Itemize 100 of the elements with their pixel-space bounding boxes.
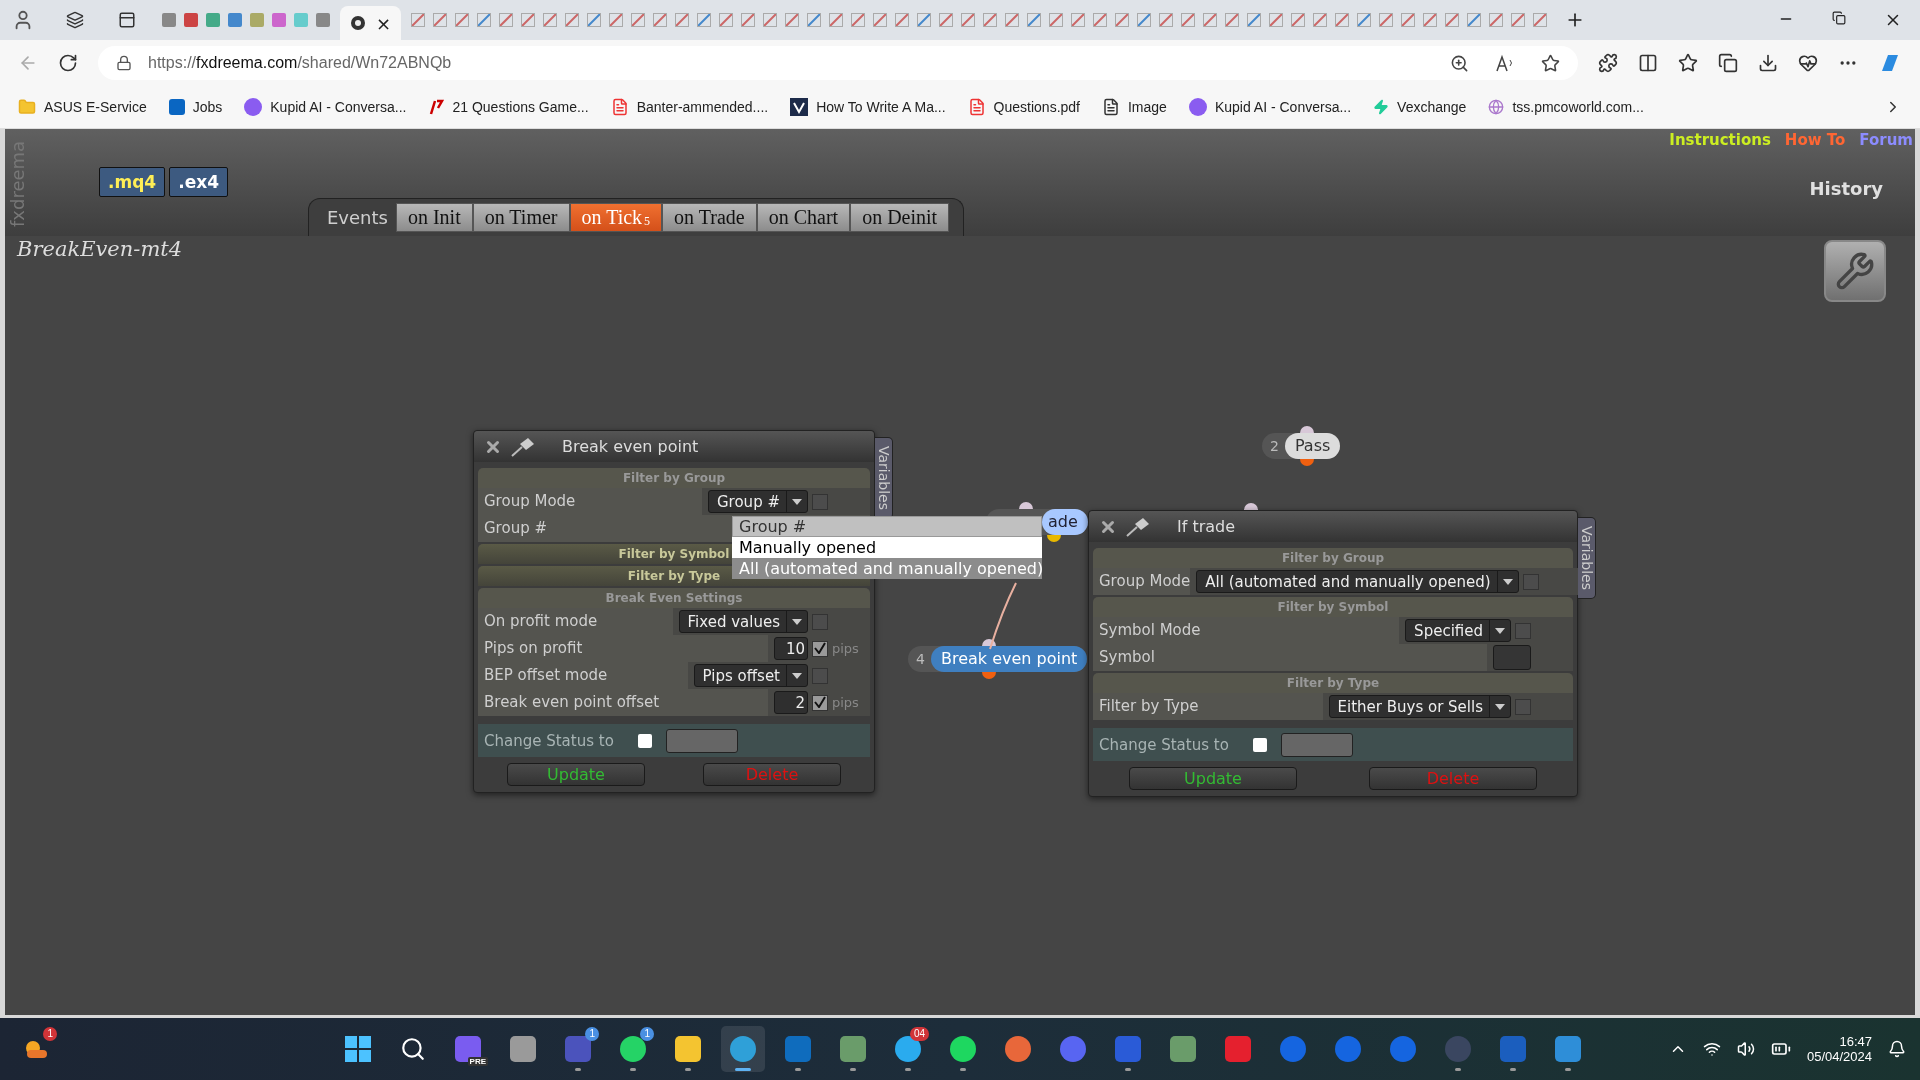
browser-tab[interactable] xyxy=(717,11,736,29)
tab-close-button[interactable]: × xyxy=(376,12,392,34)
browser-tab[interactable] xyxy=(1245,11,1264,29)
checkbox[interactable] xyxy=(1253,737,1267,752)
browser-tab[interactable] xyxy=(1157,11,1176,29)
browser-tab[interactable] xyxy=(563,11,582,29)
favorites-icon[interactable] xyxy=(1678,53,1698,73)
browser-tab[interactable] xyxy=(1267,11,1286,29)
browser-tab[interactable] xyxy=(981,11,1000,29)
tab-actions-icon[interactable] xyxy=(118,11,136,29)
checkbox[interactable] xyxy=(1515,622,1531,639)
taskbar-app[interactable]: 04 xyxy=(886,1026,930,1072)
checkbox[interactable] xyxy=(638,733,652,748)
browser-tab[interactable] xyxy=(629,11,648,29)
browser-tab[interactable] xyxy=(1377,11,1396,29)
bookmark-link[interactable]: How To Write A Ma... xyxy=(790,98,946,116)
browser-tab[interactable] xyxy=(248,11,266,29)
browser-tab[interactable] xyxy=(1091,11,1110,29)
browser-tab[interactable] xyxy=(585,11,604,29)
event-tab[interactable]: on Trade xyxy=(662,203,757,232)
widgets-button[interactable]: 1 xyxy=(14,1026,58,1072)
number-field[interactable]: 2 xyxy=(774,691,808,714)
dropdown-option[interactable]: Group # xyxy=(732,516,1042,537)
browser-tab[interactable] xyxy=(1487,11,1506,29)
browser-tab[interactable] xyxy=(409,11,428,29)
browser-tab[interactable] xyxy=(270,11,288,29)
browser-tab[interactable] xyxy=(453,11,472,29)
active-tab[interactable]: × xyxy=(340,6,402,40)
browser-tab[interactable] xyxy=(871,11,890,29)
browser-tab[interactable] xyxy=(1509,11,1528,29)
browser-tab[interactable] xyxy=(1113,11,1132,29)
wifi-icon[interactable] xyxy=(1702,1040,1721,1058)
browser-tab[interactable] xyxy=(607,11,626,29)
browser-tab[interactable] xyxy=(431,11,450,29)
browser-tab[interactable] xyxy=(783,11,802,29)
bookmark-link[interactable]: tss.pmcoworld.com... xyxy=(1488,99,1644,115)
export-button[interactable]: .ex4 xyxy=(169,167,228,197)
select-field[interactable]: Fixed values xyxy=(678,610,808,633)
select-field[interactable]: Either Buys or Sells xyxy=(1328,695,1511,718)
browser-tab[interactable] xyxy=(761,11,780,29)
browser-tab[interactable] xyxy=(1465,11,1484,29)
bookmark-link[interactable]: Jobs xyxy=(168,99,223,115)
variables-tab[interactable]: Variables xyxy=(875,437,893,519)
restore-icon[interactable] xyxy=(1832,11,1846,25)
event-tab[interactable]: on Chart xyxy=(756,203,851,232)
pin-icon[interactable] xyxy=(510,435,536,458)
browser-tab[interactable] xyxy=(1333,11,1352,29)
bookmark-link[interactable]: Banter-ammended.... xyxy=(610,98,769,116)
bookmark-link[interactable]: Questions.pdf xyxy=(967,98,1080,116)
notification-icon[interactable] xyxy=(1888,1040,1906,1058)
checkbox[interactable] xyxy=(812,640,828,657)
browser-tab[interactable] xyxy=(651,11,670,29)
checkbox[interactable] xyxy=(1515,698,1531,715)
update-button[interactable]: Update xyxy=(507,763,645,786)
browser-tab[interactable] xyxy=(314,11,332,29)
bookmark-link[interactable]: Vexchange xyxy=(1373,99,1467,115)
taskbar-app[interactable]: PRE xyxy=(446,1026,490,1072)
browser-tab[interactable] xyxy=(849,11,868,29)
dropdown-option[interactable]: Manually opened xyxy=(732,537,1042,558)
select-field[interactable]: Pips offset xyxy=(693,664,808,687)
select-field[interactable]: All (automated and manually opened) xyxy=(1196,570,1519,593)
tools-button[interactable] xyxy=(1824,240,1886,302)
select-field[interactable]: Group # xyxy=(708,490,808,513)
status-field[interactable] xyxy=(666,728,738,753)
browser-tab[interactable] xyxy=(1135,11,1154,29)
address-bar[interactable]: https://fxdreema.com/shared/Wn72ABNQb xyxy=(98,46,1578,80)
bookmark-link[interactable]: ASUS E-Service xyxy=(18,98,147,116)
browser-tab[interactable] xyxy=(1443,11,1462,29)
status-field[interactable] xyxy=(1281,732,1353,757)
browser-tab[interactable] xyxy=(1311,11,1330,29)
browser-tab[interactable] xyxy=(475,11,494,29)
event-tab[interactable]: on Tick$_{5}$ xyxy=(569,203,663,232)
bookmark-link[interactable]: 21 Questions Game... xyxy=(428,98,589,116)
browser-tab[interactable] xyxy=(160,11,178,29)
checkbox[interactable] xyxy=(1522,573,1539,590)
symbol-field[interactable] xyxy=(1493,645,1531,670)
volume-icon[interactable] xyxy=(1736,1040,1755,1058)
read-aloud-icon[interactable] xyxy=(1495,53,1515,73)
browser-tab[interactable] xyxy=(226,11,244,29)
event-tab[interactable]: on Init xyxy=(395,203,473,232)
health-icon[interactable] xyxy=(1798,53,1818,73)
browser-tab[interactable] xyxy=(1223,11,1242,29)
browser-tab[interactable] xyxy=(893,11,912,29)
event-tab[interactable]: on Deinit xyxy=(850,203,950,232)
event-tab[interactable]: on Timer xyxy=(472,203,570,232)
workspaces-icon[interactable] xyxy=(66,11,84,29)
browser-tab[interactable] xyxy=(497,11,516,29)
browser-tab[interactable] xyxy=(915,11,934,29)
browser-tab[interactable] xyxy=(1399,11,1418,29)
browser-tab[interactable] xyxy=(1201,11,1220,29)
bookmark-link[interactable]: Kupid AI - Conversa... xyxy=(244,98,407,116)
browser-tab[interactable] xyxy=(519,11,538,29)
browser-tab[interactable] xyxy=(937,11,956,29)
browser-tab[interactable] xyxy=(204,11,222,29)
browser-tab[interactable] xyxy=(1179,11,1198,29)
bookmark-link[interactable]: Kupid AI - Conversa... xyxy=(1188,98,1352,116)
clock[interactable]: 16:47 05/04/2024 xyxy=(1806,1034,1872,1064)
browser-tab[interactable] xyxy=(1531,11,1550,29)
zoom-icon[interactable] xyxy=(1450,53,1469,73)
checkbox[interactable] xyxy=(812,613,828,630)
